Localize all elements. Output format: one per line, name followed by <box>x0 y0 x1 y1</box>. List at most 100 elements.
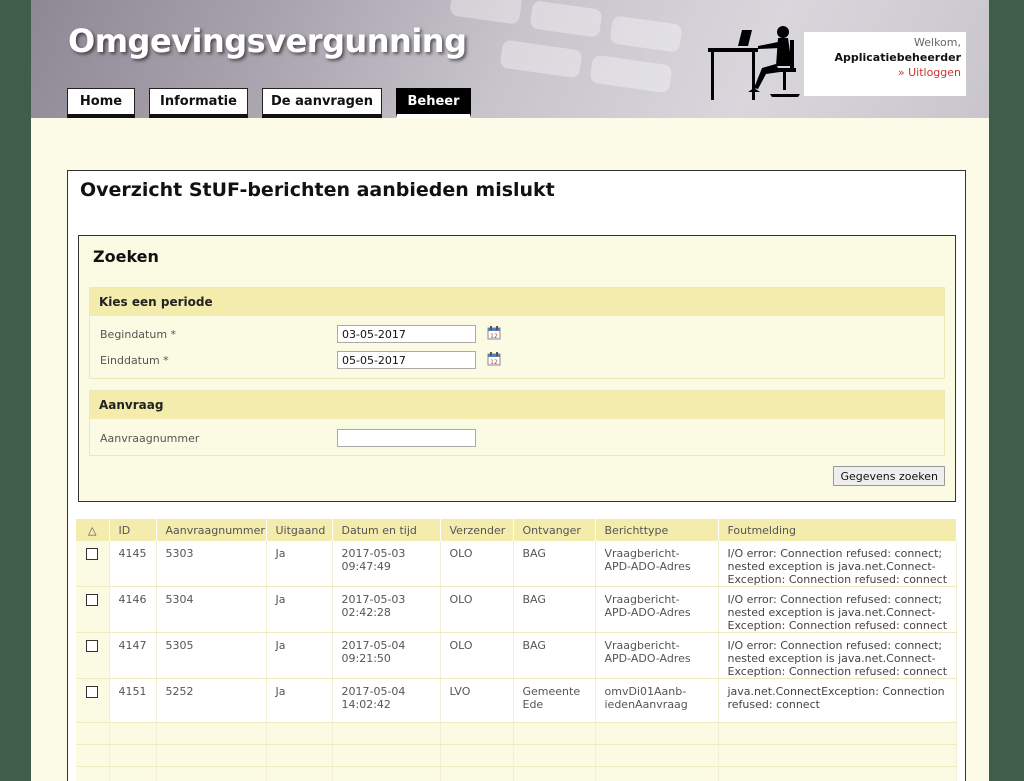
berichttype-line: Vraagbericht- <box>604 547 680 560</box>
table-row[interactable]: 4151 5252 Ja 2017-05-04 14:02:42 LVO Geme… <box>76 678 957 723</box>
empty-cell <box>718 766 957 781</box>
row-select-cell <box>76 586 110 633</box>
column-header-uitgaand[interactable]: Uitgaand <box>266 519 333 541</box>
cell-ontvanger: BAG <box>513 541 596 587</box>
cell-foutmelding: I/O error: Connection refused: connect; n… <box>718 586 957 633</box>
cell-berichttype: omvDi01Aanb-iedenAanvraag <box>595 678 719 723</box>
empty-cell <box>595 744 719 767</box>
empty-cell <box>266 766 333 781</box>
sort-indicator-icon[interactable]: △ <box>76 519 110 541</box>
datum-date: 2017-05-03 <box>341 593 406 606</box>
table-row[interactable]: 4145 5303 Ja 2017-05-03 09:47:49 OLO BAG … <box>76 541 957 587</box>
row-checkbox[interactable] <box>86 686 99 698</box>
foutmelding-line: Exception: Connection refused: connect <box>727 619 948 632</box>
search-panel: Zoeken Kies een periode Begindatum * 12 … <box>78 235 956 502</box>
empty-cell <box>513 744 596 767</box>
foutmelding-line: I/O error: Connection refused: connect; <box>727 547 943 560</box>
results-table: △ ID Aanvraagnummer Uitgaand Datum en ti… <box>76 519 957 781</box>
datum-time: 02:42:28 <box>341 606 391 619</box>
foutmelding-line: refused: connect <box>727 698 820 711</box>
cell-ontvanger: BAG <box>513 632 596 679</box>
calendar-icon[interactable]: 12 <box>487 326 501 340</box>
nav-tab-informatie[interactable]: Informatie <box>149 88 248 118</box>
cell-uitgaand: Ja <box>266 541 333 587</box>
cell-berichttype: Vraagbericht- APD-ADO-Adres <box>595 541 719 587</box>
column-header-datum-en-tijd[interactable]: Datum en tijd <box>332 519 441 541</box>
empty-cell <box>266 744 333 767</box>
cell-foutmelding: I/O error: Connection refused: connect; n… <box>718 632 957 679</box>
empty-table-row <box>76 744 957 767</box>
cell-datum: 2017-05-04 09:21:50 <box>332 632 441 679</box>
row-checkbox[interactable] <box>86 548 99 560</box>
datum-time: 09:21:50 <box>341 652 391 665</box>
cell-ontvanger: BAG <box>513 586 596 633</box>
cell-aanvraagnummer: 5304 <box>156 586 267 633</box>
cell-verzender: OLO <box>440 632 514 679</box>
column-header-aanvraagnummer[interactable]: Aanvraagnummer <box>156 519 267 541</box>
row-checkbox[interactable] <box>86 640 99 652</box>
berichttype-line: Vraagbericht- <box>604 639 680 652</box>
cell-foutmelding: I/O error: Connection refused: connect; n… <box>718 541 957 587</box>
ontvanger-line: BAG <box>522 639 546 652</box>
cell-verzender: LVO <box>440 678 514 723</box>
table-row[interactable]: 4147 5305 Ja 2017-05-04 09:21:50 OLO BAG … <box>76 632 957 679</box>
empty-cell <box>332 722 441 745</box>
svg-text:12: 12 <box>490 359 498 366</box>
aanvraag-section-header: Aanvraag <box>90 391 944 419</box>
begindatum-input[interactable] <box>337 325 476 343</box>
empty-cell <box>513 722 596 745</box>
ontvanger-line: BAG <box>522 547 546 560</box>
nav-tab-de-aanvragen[interactable]: De aanvragen <box>262 88 382 118</box>
column-header-ontvanger[interactable]: Ontvanger <box>513 519 596 541</box>
aanvraagnummer-input[interactable] <box>337 429 476 447</box>
empty-cell <box>440 722 514 745</box>
keyboard-key-decoration <box>529 0 603 38</box>
table-row[interactable]: 4146 5304 Ja 2017-05-03 02:42:28 OLO BAG … <box>76 586 957 633</box>
nav-tab-home[interactable]: Home <box>67 88 135 118</box>
gegevens-zoeken-button[interactable]: Gegevens zoeken <box>833 466 945 486</box>
column-header-id[interactable]: ID <box>109 519 157 541</box>
cell-datum: 2017-05-03 09:47:49 <box>332 541 441 587</box>
empty-cell <box>513 766 596 781</box>
row-select-cell <box>76 632 110 679</box>
search-title: Zoeken <box>93 247 159 266</box>
empty-cell <box>109 766 157 781</box>
cell-id: 4147 <box>109 632 157 679</box>
keyboard-key-decoration <box>499 39 583 79</box>
foutmelding-line: Exception: Connection refused: connect <box>727 665 948 678</box>
keyboard-key-decoration <box>609 15 683 53</box>
table-header-row: △ ID Aanvraagnummer Uitgaand Datum en ti… <box>76 519 957 541</box>
keyboard-key-decoration <box>589 54 673 94</box>
main-panel: Overzicht StUF-berichten aanbieden mislu… <box>67 170 966 781</box>
ontvanger-line: BAG <box>522 593 546 606</box>
nav-tab-beheer[interactable]: Beheer <box>396 88 471 118</box>
datum-time: 14:02:42 <box>341 698 391 711</box>
empty-cell <box>109 744 157 767</box>
row-checkbox[interactable] <box>86 594 99 606</box>
cell-datum: 2017-05-04 14:02:42 <box>332 678 441 723</box>
empty-cell <box>76 766 110 781</box>
cell-aanvraagnummer: 5303 <box>156 541 267 587</box>
einddatum-input[interactable] <box>337 351 476 369</box>
column-header-berichttype[interactable]: Berichttype <box>595 519 719 541</box>
empty-cell <box>332 744 441 767</box>
person-at-desk-icon <box>708 26 800 100</box>
berichttype-line: APD-ADO-Adres <box>604 606 691 619</box>
datum-date: 2017-05-04 <box>341 685 406 698</box>
column-header-verzender[interactable]: Verzender <box>440 519 514 541</box>
cell-berichttype: Vraagbericht- APD-ADO-Adres <box>595 586 719 633</box>
page-title: Overzicht StUF-berichten aanbieden mislu… <box>80 179 555 201</box>
calendar-icon[interactable]: 12 <box>487 352 501 366</box>
foutmelding-line: I/O error: Connection refused: connect; <box>727 593 943 606</box>
cell-aanvraagnummer: 5305 <box>156 632 267 679</box>
ontvanger-line: Gemeente <box>522 685 581 698</box>
logout-link[interactable]: » Uitloggen <box>804 65 961 80</box>
period-section: Kies een periode Begindatum * 12 Einddat… <box>89 287 945 379</box>
cell-id: 4151 <box>109 678 157 723</box>
cell-id: 4146 <box>109 586 157 633</box>
empty-table-row <box>76 766 957 781</box>
foutmelding-line: nested exception is java.net.Connect- <box>727 560 936 573</box>
column-header-foutmelding[interactable]: Foutmelding <box>718 519 957 541</box>
empty-cell <box>595 766 719 781</box>
cell-verzender: OLO <box>440 541 514 587</box>
